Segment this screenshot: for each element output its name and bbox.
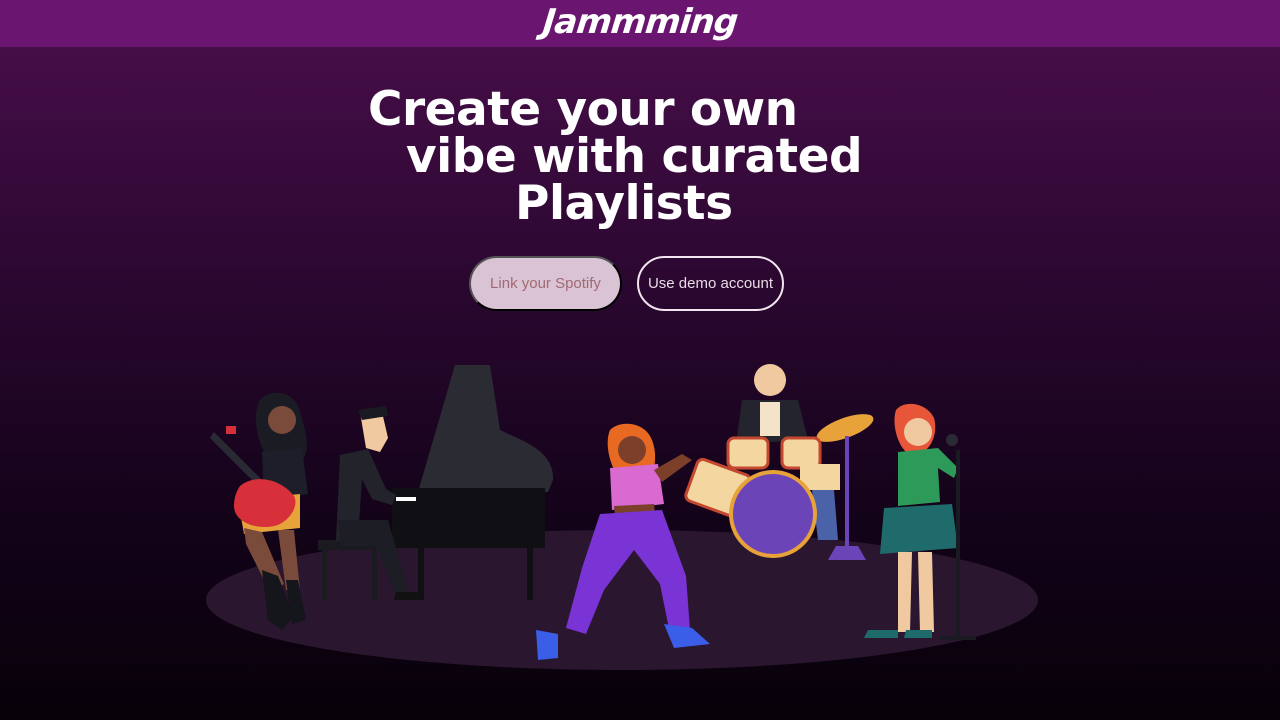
drummer	[684, 364, 874, 560]
band-illustration	[206, 364, 1038, 670]
